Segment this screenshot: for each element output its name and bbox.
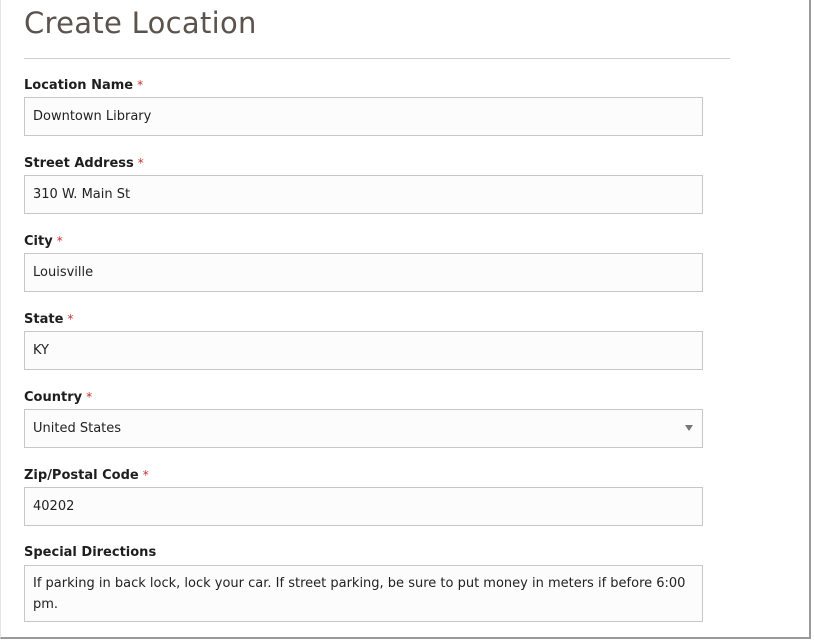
state-label: State * <box>24 311 703 329</box>
location-name-group: Location Name * <box>24 77 703 136</box>
special-directions-label: Special Directions <box>24 545 157 560</box>
required-marker: * <box>137 78 144 92</box>
street-address-input[interactable] <box>24 175 703 214</box>
required-marker: * <box>142 468 149 482</box>
city-label: City * <box>24 233 703 251</box>
country-label-text: Country <box>24 390 83 405</box>
zip-label: Zip/Postal Code * <box>24 467 703 485</box>
state-input[interactable] <box>24 331 703 370</box>
state-group: State * <box>24 311 703 370</box>
required-marker: * <box>137 156 144 170</box>
zip-label-text: Zip/Postal Code <box>24 468 139 483</box>
country-label: Country * <box>24 389 703 407</box>
state-label-text: State <box>24 312 64 327</box>
country-group: Country * United States <box>24 389 703 448</box>
chevron-down-icon <box>685 425 693 431</box>
street-address-group: Street Address * <box>24 155 703 214</box>
title-divider <box>24 58 730 59</box>
country-selected-value: United States <box>33 421 122 436</box>
required-marker: * <box>67 312 74 326</box>
zip-input[interactable] <box>24 487 703 526</box>
city-group: City * <box>24 233 703 292</box>
special-directions-textarea[interactable]: If parking in back lock, lock your car. … <box>24 565 703 622</box>
location-name-label-text: Location Name <box>24 78 134 93</box>
street-address-label-text: Street Address <box>24 156 134 171</box>
zip-group: Zip/Postal Code * <box>24 467 703 526</box>
form-panel: Create Location Location Name* Street Ad… <box>0 0 811 639</box>
special-directions-group: Special Directions If parking in back lo… <box>24 545 703 622</box>
page-title: Create Location <box>24 6 257 40</box>
location-name-input[interactable] <box>24 97 703 136</box>
city-label-text: City <box>24 234 53 249</box>
location-name-label: Location Name * <box>24 77 703 95</box>
street-address-label: Street Address * <box>24 155 703 173</box>
required-marker: * <box>56 234 63 248</box>
country-select[interactable]: United States <box>24 409 703 448</box>
required-marker: * <box>86 390 93 404</box>
city-input[interactable] <box>24 253 703 292</box>
